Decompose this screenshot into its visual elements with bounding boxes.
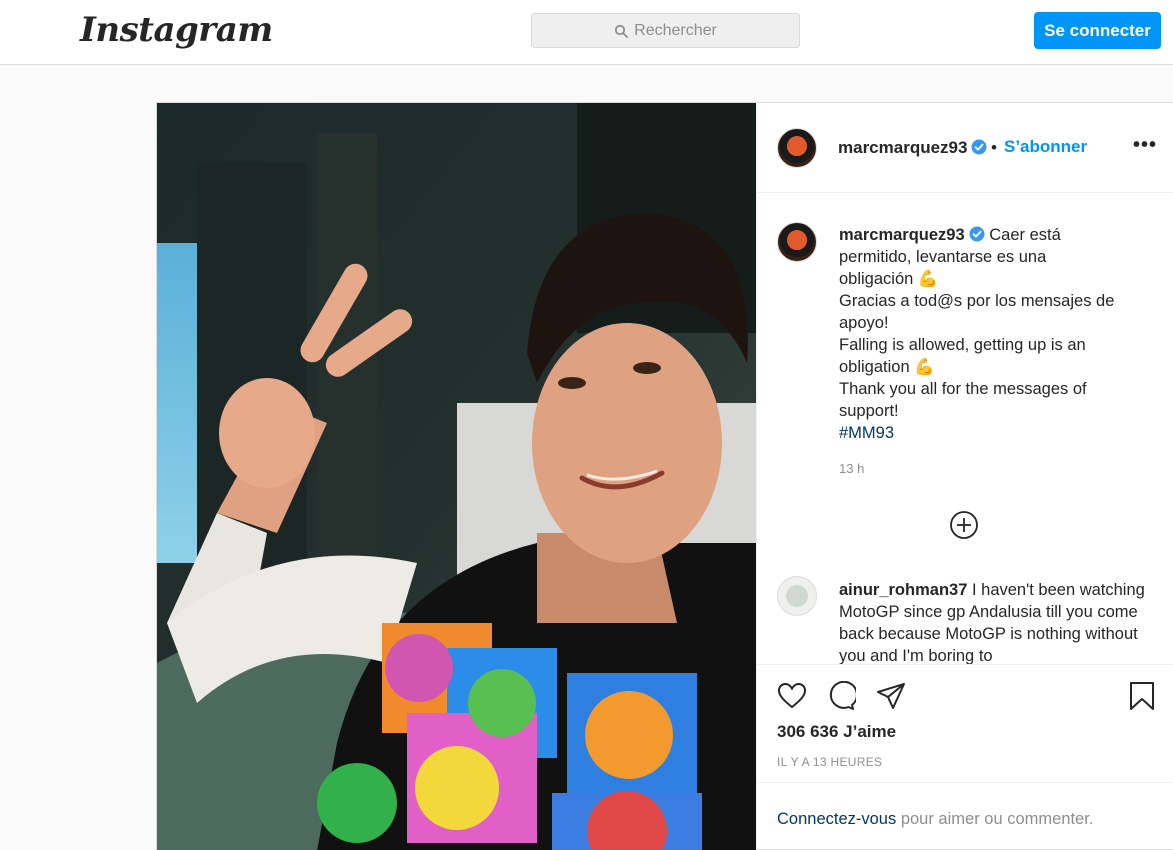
post-photo[interactable] <box>157 103 756 850</box>
search-input[interactable]: Rechercher <box>531 13 800 48</box>
caption-line: Gracias a tod@s por los mensajes de <box>839 292 1115 310</box>
instagram-logo[interactable]: Instagram <box>80 10 273 50</box>
caption-line: apoyo! <box>839 314 889 332</box>
top-navigation-bar: Instagram Rechercher Se connecter <box>0 0 1173 65</box>
comment-icon[interactable] <box>826 681 856 711</box>
comment-item: ainur_rohman37 I haven't been watching M… <box>839 579 1149 664</box>
separator-dot: • <box>991 138 997 157</box>
share-icon[interactable] <box>876 681 906 711</box>
verified-badge-icon <box>969 226 985 242</box>
post-container: marcmarquez93 • S’abonner ••• marcmarque… <box>156 102 1173 850</box>
login-prompt-text: pour aimer ou commenter. <box>896 810 1094 828</box>
post-header: marcmarquez93 • S’abonner ••• <box>757 103 1173 193</box>
load-more-comments-icon[interactable] <box>949 510 979 540</box>
author-username-text: marcmarquez93 <box>838 138 968 157</box>
caption-line: obligación 💪 <box>839 270 939 288</box>
hashtag-link[interactable]: #MM93 <box>839 422 1139 444</box>
author-avatar[interactable] <box>777 128 817 168</box>
commenter-avatar[interactable] <box>777 576 817 616</box>
caption-line: Falling is allowed, getting up is an <box>839 336 1086 354</box>
post-timestamp[interactable]: IL Y A 13 HEURES <box>777 755 882 769</box>
caption-line: obligation 💪 <box>839 358 935 376</box>
login-link[interactable]: Connectez-vous <box>777 810 896 828</box>
caption-line: support! <box>839 402 899 420</box>
caption-author-avatar[interactable] <box>777 222 817 262</box>
verified-badge-icon <box>971 139 987 155</box>
bookmark-icon[interactable] <box>1127 681 1157 711</box>
caption-time: 13 h <box>839 461 865 476</box>
caption-line: Caer está <box>989 226 1061 244</box>
login-prompt: Connectez-vous pour aimer ou commenter. <box>757 782 1173 850</box>
caption-line: permitido, levantarse es una <box>839 248 1047 266</box>
post-actions: 306 636 J’aime IL Y A 13 HEURES Connecte… <box>757 664 1173 850</box>
heart-icon[interactable] <box>777 681 807 711</box>
caption-username[interactable]: marcmarquez93 <box>839 226 965 244</box>
post-sidebar: marcmarquez93 • S’abonner ••• marcmarque… <box>756 103 1173 850</box>
follow-button[interactable]: S’abonner <box>1004 137 1087 157</box>
login-button[interactable]: Se connecter <box>1034 12 1161 49</box>
search-placeholder: Rechercher <box>634 21 717 39</box>
author-username[interactable]: marcmarquez93 <box>838 138 987 158</box>
more-options-icon[interactable]: ••• <box>1133 133 1157 157</box>
search-icon <box>615 24 629 38</box>
likes-count[interactable]: 306 636 J’aime <box>777 722 896 742</box>
post-caption: marcmarquez93 Caer está permitido, levan… <box>839 224 1139 444</box>
comment-username[interactable]: ainur_rohman37 <box>839 581 967 599</box>
caption-line: Thank you all for the messages of <box>839 380 1087 398</box>
selfie-image <box>157 103 756 850</box>
comments-section: marcmarquez93 Caer está permitido, levan… <box>757 194 1173 664</box>
